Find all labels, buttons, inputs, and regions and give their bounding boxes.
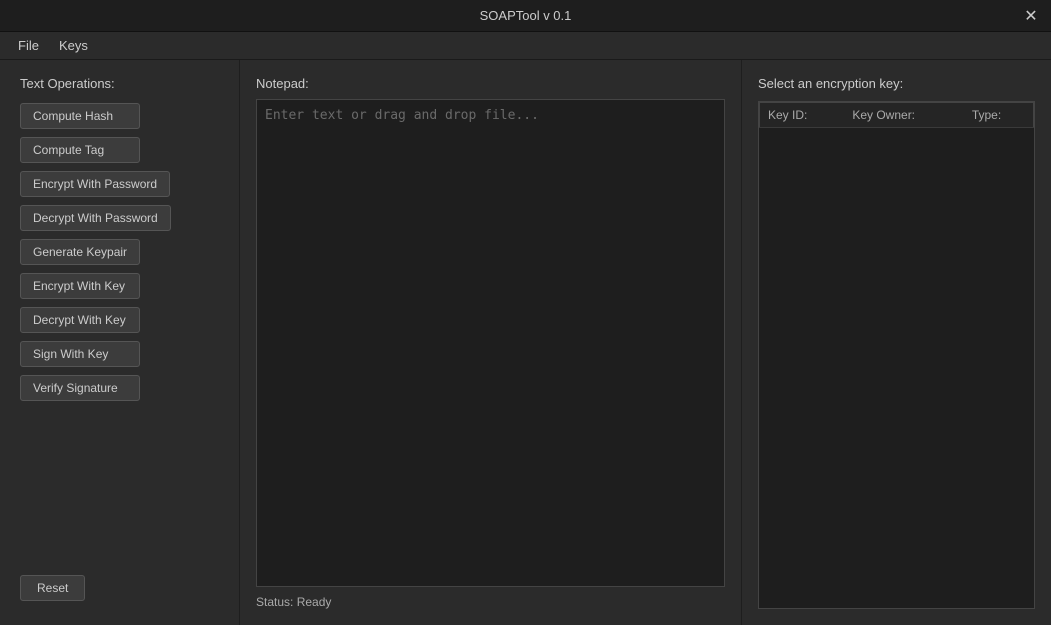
menu-item-file[interactable]: File bbox=[8, 36, 49, 55]
col-type: Type: bbox=[964, 103, 1034, 128]
generate-keypair-button[interactable]: Generate Keypair bbox=[20, 239, 140, 265]
text-operations-label: Text Operations: bbox=[20, 76, 219, 91]
key-table-wrapper: Key ID: Key Owner: Type: bbox=[758, 101, 1035, 609]
app-title: SOAPTool v 0.1 bbox=[480, 8, 572, 23]
compute-hash-button[interactable]: Compute Hash bbox=[20, 103, 140, 129]
left-panel: Text Operations: Compute Hash Compute Ta… bbox=[0, 60, 240, 625]
close-button[interactable]: ✕ bbox=[1021, 6, 1041, 26]
decrypt-with-password-button[interactable]: Decrypt With Password bbox=[20, 205, 171, 231]
main-content: Text Operations: Compute Hash Compute Ta… bbox=[0, 60, 1051, 625]
center-panel: Notepad: Status: Ready bbox=[240, 60, 741, 625]
col-key-id: Key ID: bbox=[760, 103, 845, 128]
notepad-textarea[interactable] bbox=[256, 99, 725, 587]
encrypt-with-password-button[interactable]: Encrypt With Password bbox=[20, 171, 170, 197]
encrypt-with-key-button[interactable]: Encrypt With Key bbox=[20, 273, 140, 299]
menu-bar: File Keys bbox=[0, 32, 1051, 60]
col-key-owner: Key Owner: bbox=[844, 103, 964, 128]
menu-item-keys[interactable]: Keys bbox=[49, 36, 98, 55]
notepad-label: Notepad: bbox=[256, 76, 725, 91]
right-panel: Select an encryption key: Key ID: Key Ow… bbox=[741, 60, 1051, 625]
compute-tag-button[interactable]: Compute Tag bbox=[20, 137, 140, 163]
key-table-header-row: Key ID: Key Owner: Type: bbox=[760, 103, 1034, 128]
status-bar: Status: Ready bbox=[256, 595, 725, 609]
title-bar: SOAPTool v 0.1 ✕ bbox=[0, 0, 1051, 32]
encryption-key-label: Select an encryption key: bbox=[758, 76, 1035, 91]
verify-signature-button[interactable]: Verify Signature bbox=[20, 375, 140, 401]
sign-with-key-button[interactable]: Sign With Key bbox=[20, 341, 140, 367]
key-table: Key ID: Key Owner: Type: bbox=[759, 102, 1034, 128]
reset-button[interactable]: Reset bbox=[20, 575, 85, 601]
decrypt-with-key-button[interactable]: Decrypt With Key bbox=[20, 307, 140, 333]
